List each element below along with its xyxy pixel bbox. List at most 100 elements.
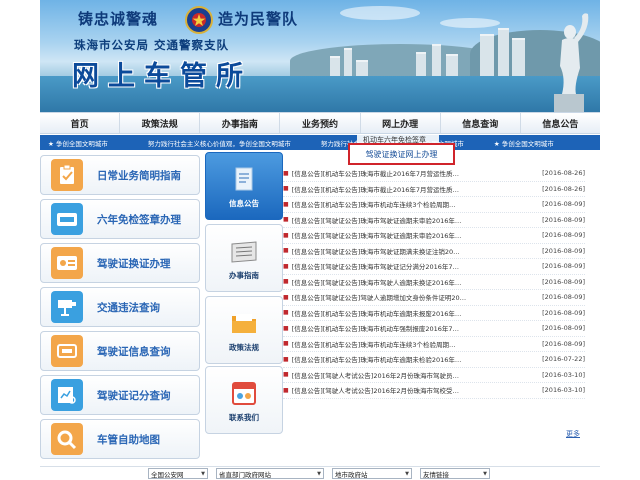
newspaper-icon [231,240,257,263]
nav-home[interactable]: 首页 [40,113,121,133]
tab-announcement[interactable]: 信息公告 [205,152,283,220]
news-date: [2016-08-09] [542,293,585,302]
menu-label: 驾驶证记分查询 [97,389,171,402]
news-date: [2016-03-10] [542,386,585,395]
news-title[interactable]: [信息公告][机动车公告]珠海市机动车强制报废2016年7… [292,323,533,333]
select-value: 地市政府站 [335,470,368,479]
header-banner: 铸忠诚警魂 造为民警队 珠海市公安局 交通警察支队 网上车管所 [40,0,600,112]
news-date: [2016-08-26] [542,184,585,193]
license-card-icon [51,247,83,279]
tab-policy[interactable]: 政策法规 [205,296,283,364]
statue-icon [554,13,589,112]
news-title[interactable]: [信息公告][机动车公告]珠海市机动车连续3个检验周期… [292,199,533,209]
menu-self-service-map[interactable]: 车管自助地图 [40,419,200,459]
menu-license-renewal[interactable]: 驾驶证换证办理 [40,243,200,283]
tab-label: 联系我们 [229,412,259,422]
menu-label: 日常业务简明指南 [97,169,181,182]
news-row[interactable]: ■ [信息公告][驾驶人考试公告]2016年2月份珠海市驾校受… [2016-03-… [283,383,585,399]
id-card-icon [51,203,83,235]
ticker-item: 努力践行社会主义核心价值观，争创全国文明城市 [147,139,291,148]
expiry-icon [51,335,83,367]
magnifier-icon [51,423,83,455]
news-title[interactable]: [信息公告][驾驶人考试公告]2016年2月份珠海市驾校受… [292,385,533,395]
menu-points-query[interactable]: 驾驶证记分查询 [40,375,200,415]
clipboard-check-icon [51,159,83,191]
news-title[interactable]: [信息公告][机动车公告]珠海市机动车逾期未报废2016年… [292,308,533,318]
news-row[interactable]: ■ [信息公告][机动车公告]珠海市截止2016年7月营运性质… [2016-08-… [283,182,585,197]
footer-links: 全国公安网 ▼ 省直部门政府网站 ▼ 地市政府站 ▼ 友情链接 ▼ [40,466,600,480]
news-title[interactable]: [信息公告][机动车公告]珠海市截止2016年7月营运性质… [292,168,533,178]
ticker-item: ★ 争创全国文明城市 [48,139,108,148]
building [416,52,426,78]
building [480,34,494,78]
news-row[interactable]: ■ [信息公告][驾驶证公告]珠海市驾驶证逾期未审验2016年… [2016-08-… [283,213,585,228]
select-friend-links[interactable]: 友情链接 ▼ [420,468,490,479]
tab-guide[interactable]: 办事指南 [205,224,283,292]
calendar-icon [232,381,256,405]
news-row[interactable]: ■ [信息公告][机动车公告]珠海市机动车连续3个检验周期… [2016-08-09… [283,197,585,213]
news-date: [2016-08-09] [542,262,585,271]
news-row[interactable]: ■ [信息公告][驾驶证公告]珠海市驾驶人逾期未换证2016年… [2016-08-… [283,275,585,290]
tab-contact[interactable]: 联系我们 [205,366,283,434]
bullet-icon: ■ [283,278,289,286]
cloud [340,6,420,20]
news-list: ■ [信息公告][机动车公告]珠海市截止2016年7月营运性质… [2016-08-… [283,166,585,399]
news-title[interactable]: [信息公告][驾驶证公告]珠海市驾驶人逾期未换证2016年… [292,277,533,287]
news-date: [2016-08-09] [542,308,585,317]
menu-daily-guide[interactable]: 日常业务简明指南 [40,155,200,195]
nav-announcement[interactable]: 信息公告 [521,113,600,133]
news-title[interactable]: [信息公告][驾驶人考试公告]2016年2月份珠海市驾驶员… [292,370,533,380]
bullet-icon: ■ [283,355,289,363]
bullet-icon: ■ [283,309,289,317]
news-row[interactable]: ■ [信息公告][机动车公告]珠海市截止2016年7月营运性质… [2016-08-… [283,166,585,182]
menu-license-info-query[interactable]: 驾驶证信息查询 [40,331,200,371]
more-link[interactable]: 更多 [566,429,580,439]
nav-query[interactable]: 信息查询 [441,113,521,133]
main-nav: 首页 政策法规 办事指南 业务预约 网上办理 信息查询 信息公告 [40,112,600,134]
page: 铸忠诚警魂 造为民警队 珠海市公安局 交通警察支队 网上车管所 首页 政策法规 … [0,0,640,480]
news-title[interactable]: [信息公告][机动车公告]珠海市截止2016年7月营运性质… [292,184,533,194]
news-row[interactable]: ■ [信息公告][机动车公告]珠海市机动车强制报废2016年7… [2016-08-… [283,321,585,337]
select-public-security-net[interactable]: 全国公安网 ▼ [148,468,208,479]
bullet-icon: ■ [283,247,289,255]
slogan-right: 造为民警队 [218,10,299,28]
news-title[interactable]: [信息公告][机动车公告]珠海市机动车逾期未检验2016年… [292,354,533,364]
news-title[interactable]: [信息公告][机动车公告]珠海市机动车连续3个检验周期… [292,339,533,349]
news-title[interactable]: [信息公告][驾驶证公告]珠海市驾驶证记分满分2016年7… [292,261,533,271]
bullet-icon: ■ [283,262,289,270]
select-value: 友情链接 [423,470,449,479]
news-date: [2016-08-09] [542,200,585,209]
news-row[interactable]: ■ [信息公告][驾驶证公告]珠海市驾驶证记分满分2016年7… [2016-08-… [283,259,585,275]
news-row[interactable]: ■ [信息公告][机动车公告]珠海市机动车连续3个检验周期… [2016-08-09… [283,337,585,352]
nav-appointment[interactable]: 业务预约 [280,113,361,133]
nav-online-service[interactable]: 网上办理 [361,113,441,133]
news-row[interactable]: ■ [信息公告][驾驶人考试公告]2016年2月份珠海市驾驶员… [2016-03-… [283,368,585,383]
select-city-gov-sites[interactable]: 地市政府站 ▼ [332,468,412,479]
bullet-icon: ■ [283,216,289,224]
news-date: [2016-08-26] [542,169,585,178]
menu-six-year-exemption[interactable]: 六年免检签章办理 [40,199,200,239]
menu-label: 驾驶证信息查询 [97,345,171,358]
news-title[interactable]: [信息公告][驾驶证公告]珠海市驾驶证逾期未审验2016年… [292,230,533,240]
nav-guide[interactable]: 办事指南 [200,113,281,133]
menu-violation-query[interactable]: 交通违法查询 [40,287,200,327]
news-row[interactable]: ■ [信息公告][机动车公告]珠海市机动车逾期未检验2016年… [2016-07-… [283,352,585,368]
news-title[interactable]: [信息公告][驾驶证公告]驾驶人逾期增加文身份条件证明20… [292,292,533,302]
select-provincial-sites[interactable]: 省直部门政府网站 ▼ [216,468,324,479]
news-title[interactable]: [信息公告][驾驶证公告]珠海市驾驶证期满未换证注销20… [292,246,533,256]
news-row[interactable]: ■ [信息公告][驾驶证公告]珠海市驾驶证逾期未审验2016年… [2016-08-… [283,228,585,244]
tab-label: 政策法规 [229,342,259,352]
select-value: 省直部门政府网站 [219,470,271,479]
news-row[interactable]: ■ [信息公告][机动车公告]珠海市机动车逾期未报废2016年… [2016-08-… [283,306,585,321]
bullet-icon: ■ [283,169,289,177]
tab-column: 信息公告 办事指南 政策法规 联系我们 [205,152,283,434]
tab-label: 办事指南 [229,270,259,280]
news-date: [2016-08-09] [542,215,585,224]
news-row[interactable]: ■ [信息公告][驾驶证公告]珠海市驾驶证期满未换证注销20… [2016-08-0… [283,244,585,259]
ticker-bar: ★ 争创全国文明城市 努力践行社会主义核心价值观，争创全国文明城市 努力践行社会… [40,135,600,150]
news-row[interactable]: ■ [信息公告][驾驶证公告]驾驶人逾期增加文身份条件证明20… [2016-08-… [283,290,585,306]
dropdown-item-license-renewal[interactable]: 驾驶证换证网上办理 [348,143,455,165]
news-title[interactable]: [信息公告][驾驶证公告]珠海市驾驶证逾期未审验2016年… [292,215,533,225]
police-emblem-icon [185,6,213,34]
nav-policy[interactable]: 政策法规 [120,113,201,133]
